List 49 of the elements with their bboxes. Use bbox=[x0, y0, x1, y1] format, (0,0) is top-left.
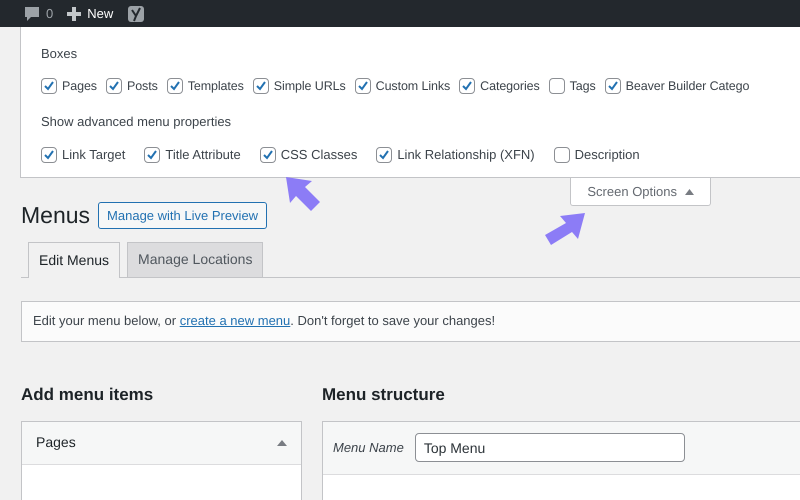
tab[interactable]: Manage Locations bbox=[127, 242, 264, 276]
checkbox[interactable] bbox=[354, 78, 371, 94]
checkbox[interactable] bbox=[459, 78, 476, 94]
checkbox-label: Custom Links bbox=[376, 78, 450, 95]
checkbox-label: Templates bbox=[188, 78, 244, 95]
checkbox[interactable] bbox=[252, 78, 269, 94]
panel-header[interactable]: Pages bbox=[22, 422, 301, 464]
checkbox-label: Description bbox=[574, 146, 640, 164]
checkbox-label: CSS Classes bbox=[280, 146, 358, 164]
comment-count[interactable]: 0 bbox=[46, 4, 54, 24]
menu-name-label: Menu Name bbox=[333, 438, 404, 457]
notice-text: Edit your menu below, or create a new menu. Don't forget to save your changes! bbox=[33, 312, 496, 330]
comment-icon[interactable] bbox=[24, 6, 40, 22]
checkbox-label: Posts bbox=[126, 78, 158, 95]
checkbox-label: Simple URLs bbox=[274, 78, 346, 95]
section-heading: Show advanced menu properties bbox=[41, 112, 232, 130]
checkbox[interactable] bbox=[376, 146, 392, 162]
checkbox-label: Beaver Builder Catego bbox=[626, 78, 750, 95]
new-link[interactable]: New bbox=[87, 4, 114, 24]
checkbox[interactable] bbox=[604, 78, 621, 94]
section-title: Menu structure bbox=[322, 384, 446, 406]
pointer-arrow-icon bbox=[543, 211, 587, 247]
plus-icon[interactable] bbox=[67, 6, 82, 20]
screen-options-toggle[interactable]: Screen Options bbox=[570, 178, 711, 206]
checkbox-label: Pages bbox=[62, 78, 97, 95]
triangle-icon bbox=[685, 188, 694, 194]
tab[interactable]: Edit Menus bbox=[28, 242, 120, 278]
checkbox-label: Tags bbox=[570, 78, 596, 95]
collapse-triangle-icon[interactable] bbox=[277, 440, 287, 446]
checkbox[interactable] bbox=[166, 78, 183, 94]
y-logo-icon[interactable] bbox=[127, 4, 146, 22]
panel-title: Pages bbox=[36, 433, 76, 452]
checkbox[interactable] bbox=[41, 146, 57, 162]
checkbox[interactable] bbox=[260, 146, 276, 162]
checkbox-label: Link Relationship (XFN) bbox=[397, 146, 535, 164]
page-title: Menus bbox=[21, 201, 90, 230]
checkbox[interactable] bbox=[554, 146, 570, 162]
create-menu-link[interactable]: create a new menu bbox=[180, 313, 290, 328]
checkbox[interactable] bbox=[548, 78, 565, 94]
checkbox[interactable] bbox=[41, 78, 57, 94]
live-preview-button[interactable]: Manage with Live Preview bbox=[98, 202, 268, 229]
checkbox[interactable] bbox=[106, 78, 122, 94]
menu-name-field[interactable]: Top Menu bbox=[414, 433, 685, 462]
checkbox-label: Link Target bbox=[62, 146, 126, 164]
section-heading: Boxes bbox=[41, 45, 78, 62]
checkbox-label: Categories bbox=[480, 78, 540, 95]
checkbox[interactable] bbox=[144, 146, 160, 162]
section-title: Add menu items bbox=[21, 384, 154, 406]
checkbox-label: Title Attribute bbox=[165, 146, 241, 164]
